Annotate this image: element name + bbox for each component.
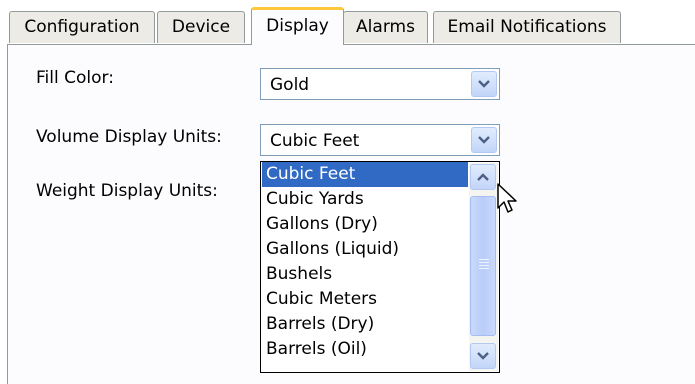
tab-configuration[interactable]: Configuration — [9, 11, 155, 43]
fill-color-label: Fill Color: — [36, 68, 114, 88]
fill-color-value: Gold — [270, 75, 310, 95]
volume-display-units-select[interactable]: Cubic Feet — [260, 124, 500, 156]
tab-strip: Configuration Device Display Alarms Emai… — [0, 0, 695, 45]
weight-display-units-label: Weight Display Units: — [36, 181, 218, 201]
dropdown-option-cubic-feet[interactable]: Cubic Feet — [262, 162, 468, 187]
scrollbar-thumb[interactable] — [470, 196, 496, 336]
dropdown-option-bushels[interactable]: Bushels — [262, 262, 468, 287]
mouse-pointer-icon — [497, 183, 517, 213]
volume-display-units-value: Cubic Feet — [270, 131, 360, 151]
tab-email-notifications[interactable]: Email Notifications — [433, 11, 621, 43]
tab-device[interactable]: Device — [157, 11, 245, 43]
tab-alarms[interactable]: Alarms — [343, 11, 428, 43]
dropdown-scrollbar[interactable] — [469, 163, 498, 371]
chevron-down-icon[interactable] — [471, 127, 497, 153]
dropdown-option-gallons-dry[interactable]: Gallons (Dry) — [262, 212, 468, 237]
chevron-down-icon[interactable] — [470, 343, 496, 369]
dropdown-option-barrels-oil[interactable]: Barrels (Oil) — [262, 337, 468, 362]
dropdown-option-barrels-dry[interactable]: Barrels (Dry) — [262, 312, 468, 337]
dropdown-option-cubic-meters[interactable]: Cubic Meters — [262, 287, 468, 312]
volume-display-units-label: Volume Display Units: — [36, 127, 222, 147]
fill-color-select[interactable]: Gold — [260, 68, 500, 100]
dropdown-option-cubic-yards[interactable]: Cubic Yards — [262, 187, 468, 212]
volume-units-dropdown-list: Cubic Feet Cubic Yards Gallons (Dry) Gal… — [260, 161, 500, 373]
tab-display[interactable]: Display — [251, 7, 344, 45]
dropdown-option-gallons-liquid[interactable]: Gallons (Liquid) — [262, 237, 468, 262]
chevron-up-icon[interactable] — [470, 164, 496, 190]
chevron-down-icon[interactable] — [471, 71, 497, 97]
